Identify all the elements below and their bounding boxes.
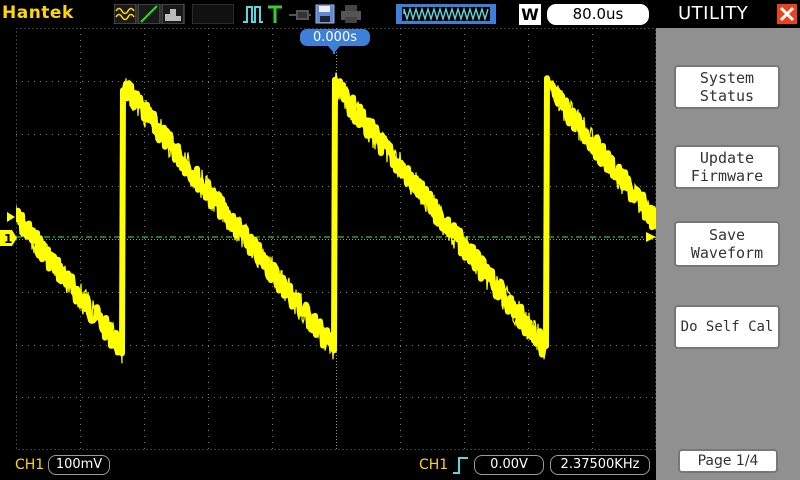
ch1-waveform-trace: [16, 72, 656, 364]
top-status-bar: Hantek W 80.0us: [0, 0, 656, 28]
save-disk-icon[interactable]: [315, 4, 335, 24]
ch1-level-marker: [7, 212, 15, 222]
ch1-ground-marker[interactable]: 1: [0, 229, 18, 247]
ch1-label: CH1: [15, 457, 45, 473]
memory-depth-icon: [396, 4, 496, 24]
frequency-readout: 2.37500KHz: [550, 455, 650, 475]
blank-slot: [192, 4, 234, 24]
self-cal-button[interactable]: Do Self Cal: [674, 305, 780, 349]
update-firmware-button[interactable]: Update Firmware: [674, 145, 780, 189]
trigger-T-icon[interactable]: [266, 4, 284, 24]
bottom-status-bar: CH1 100mV CH1 0.00V 2.37500KHz: [0, 450, 656, 480]
waveform-display: [16, 28, 656, 450]
trigger-position-readout[interactable]: 0.000s: [300, 29, 370, 46]
window-mode-badge[interactable]: W: [519, 4, 541, 25]
scope-graticule: [16, 28, 656, 450]
run-pulse-icon[interactable]: [242, 4, 264, 24]
ch1-trace-path: [16, 75, 656, 358]
trigger-position-arrow: [328, 46, 340, 53]
close-icon[interactable]: [777, 4, 797, 24]
brand-logo: Hantek: [2, 3, 74, 23]
save-waveform-button[interactable]: Save Waveform: [674, 221, 780, 267]
utility-menu: UTILITY System Status Update Firmware Sa…: [656, 0, 800, 480]
menu-title: UTILITY: [678, 3, 749, 24]
page-indicator-button[interactable]: Page 1/4: [678, 449, 778, 473]
rising-edge-icon: [453, 457, 468, 474]
probe-icon: [289, 10, 311, 20]
print-icon[interactable]: [340, 4, 362, 24]
trigger-level-readout[interactable]: 0.00V: [474, 455, 544, 475]
trigger-source-label: CH1: [419, 457, 449, 473]
display-mode-icons: [114, 4, 185, 24]
ch1-marker-label: 1: [4, 232, 12, 246]
trigger-level-arrow: [646, 232, 656, 242]
ch1-scale-readout[interactable]: 100mV: [48, 455, 110, 475]
menu-title-bar: UTILITY: [656, 0, 800, 28]
system-status-button[interactable]: System Status: [674, 65, 780, 109]
timebase-readout[interactable]: 80.0us: [547, 4, 649, 25]
